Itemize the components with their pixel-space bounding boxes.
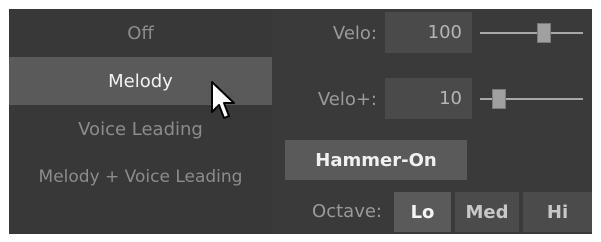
hammer-on-button[interactable]: Hammer-On	[285, 140, 467, 180]
octave-hi-button[interactable]: Hi	[523, 192, 592, 232]
octave-med-label: Med	[465, 201, 509, 223]
velo-plus-slider[interactable]	[480, 89, 583, 109]
mouse-pointer-icon	[211, 81, 235, 119]
velo-value-field[interactable]: 100	[385, 12, 472, 53]
octave-label: Octave:	[312, 201, 382, 222]
mode-item-label: Voice Leading	[78, 118, 203, 140]
octave-hi-label: Hi	[546, 201, 569, 223]
octave-lo-label: Lo	[410, 201, 435, 223]
mode-item-melody-voice-leading[interactable]: Melody + Voice Leading	[9, 153, 272, 201]
velo-slider-track	[480, 32, 583, 34]
velo-value: 100	[427, 22, 462, 43]
mode-item-label: Off	[127, 22, 154, 44]
mode-item-off[interactable]: Off	[9, 9, 272, 57]
velo-plus-slider-thumb[interactable]	[492, 89, 506, 109]
velo-slider-thumb[interactable]	[537, 23, 551, 43]
mode-item-label: Melody + Voice Leading	[38, 167, 243, 187]
velo-plus-value: 10	[439, 88, 462, 109]
mode-item-label: Melody	[108, 70, 173, 92]
octave-med-button[interactable]: Med	[455, 192, 519, 232]
velo-plus-label: Velo+:	[317, 89, 377, 110]
velo-slider[interactable]	[480, 23, 583, 43]
velo-label: Velo:	[332, 23, 377, 44]
articulation-panel: Off Melody Voice Leading Melody + Voice …	[9, 9, 592, 234]
octave-lo-button[interactable]: Lo	[394, 192, 451, 232]
hammer-on-label: Hammer-On	[315, 149, 437, 171]
velo-plus-value-field[interactable]: 10	[385, 78, 472, 119]
